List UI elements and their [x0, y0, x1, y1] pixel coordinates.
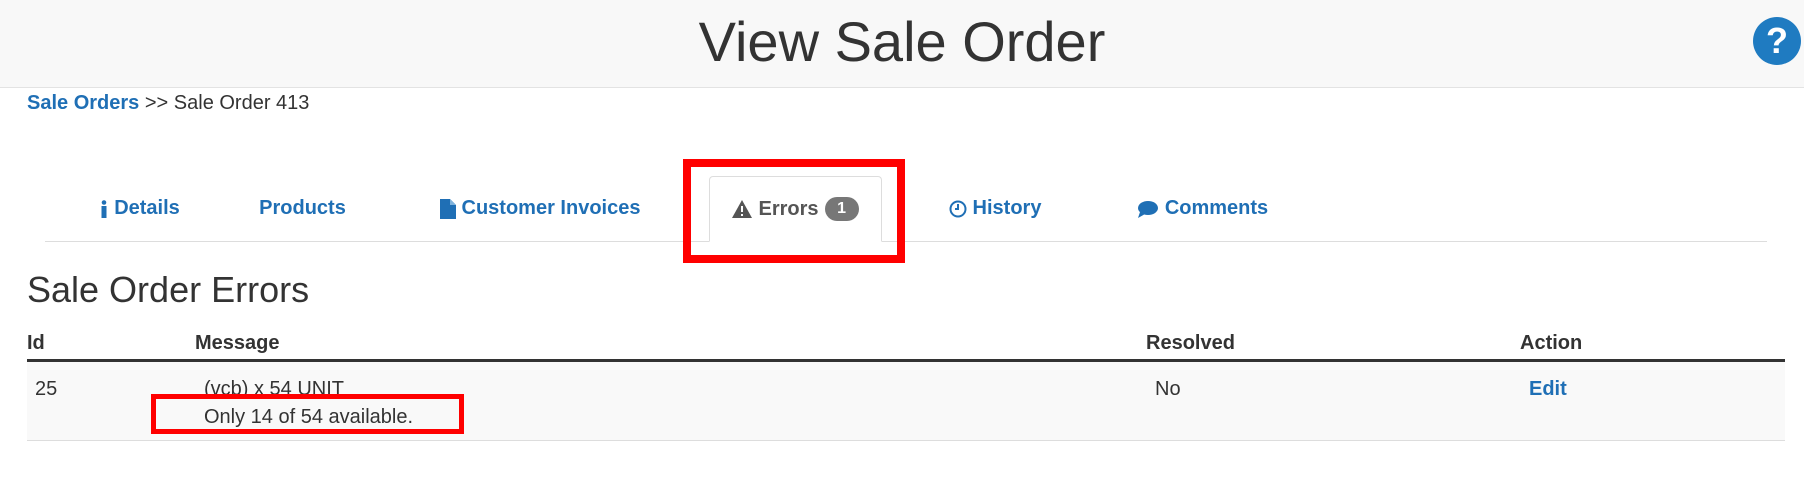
breadcrumb: Sale Orders >> Sale Order 413	[27, 91, 309, 115]
cell-message: (vcb) x 54 UNIT Only 14 of 54 available.	[195, 361, 1146, 441]
column-header-action: Action	[1520, 325, 1785, 362]
column-header-message: Message	[195, 325, 1146, 362]
file-icon	[439, 198, 456, 219]
comment-icon	[1137, 200, 1159, 218]
table-row: 25 (vcb) x 54 UNIT Only 14 of 54 availab…	[27, 360, 1785, 441]
tab-label: Customer Invoices	[461, 197, 641, 219]
header-bar: View Sale Order ?	[0, 0, 1804, 88]
section-title: Sale Order Errors	[27, 269, 310, 310]
breadcrumb-link-sale-orders[interactable]: Sale Orders	[27, 92, 139, 114]
clock-icon	[949, 200, 967, 218]
info-icon	[100, 199, 108, 218]
question-circle-icon[interactable]: ?	[1753, 17, 1801, 65]
warning-icon	[732, 200, 753, 218]
message-line-product: (vcb) x 54 UNIT	[204, 378, 345, 400]
tab-label: Errors	[758, 197, 819, 220]
tab-bar: Details Products Customer Invoices Error…	[45, 176, 1767, 242]
tab-history[interactable]: History	[945, 176, 1045, 241]
cell-id: 25	[35, 378, 58, 400]
column-header-resolved: Resolved	[1146, 325, 1520, 362]
edit-link[interactable]: Edit	[1529, 378, 1567, 400]
tab-label: History	[972, 197, 1042, 219]
tab-comments[interactable]: Comments	[1130, 176, 1275, 241]
cell-action: Edit	[1520, 361, 1785, 441]
cell-resolved: No	[1155, 378, 1181, 400]
page-title: View Sale Order	[698, 10, 1106, 73]
tab-products[interactable]: Products	[250, 176, 355, 241]
errors-table: Id Message Resolved Action 25 (vcb) x 54…	[27, 325, 1785, 441]
error-count-badge: 1	[824, 197, 859, 221]
tab-label: Details	[114, 197, 180, 219]
tab-errors[interactable]: Errors 1	[709, 176, 882, 242]
message-line-availability: Only 14 of 54 available.	[204, 406, 414, 428]
breadcrumb-current: Sale Order 413	[173, 92, 310, 114]
tab-details[interactable]: Details	[85, 176, 195, 241]
column-header-id: Id	[27, 325, 195, 362]
tab-customer-invoices[interactable]: Customer Invoices	[430, 176, 650, 241]
tab-label: Products	[259, 197, 346, 219]
tab-label: Comments	[1164, 197, 1269, 219]
breadcrumb-separator: >>	[144, 92, 169, 114]
